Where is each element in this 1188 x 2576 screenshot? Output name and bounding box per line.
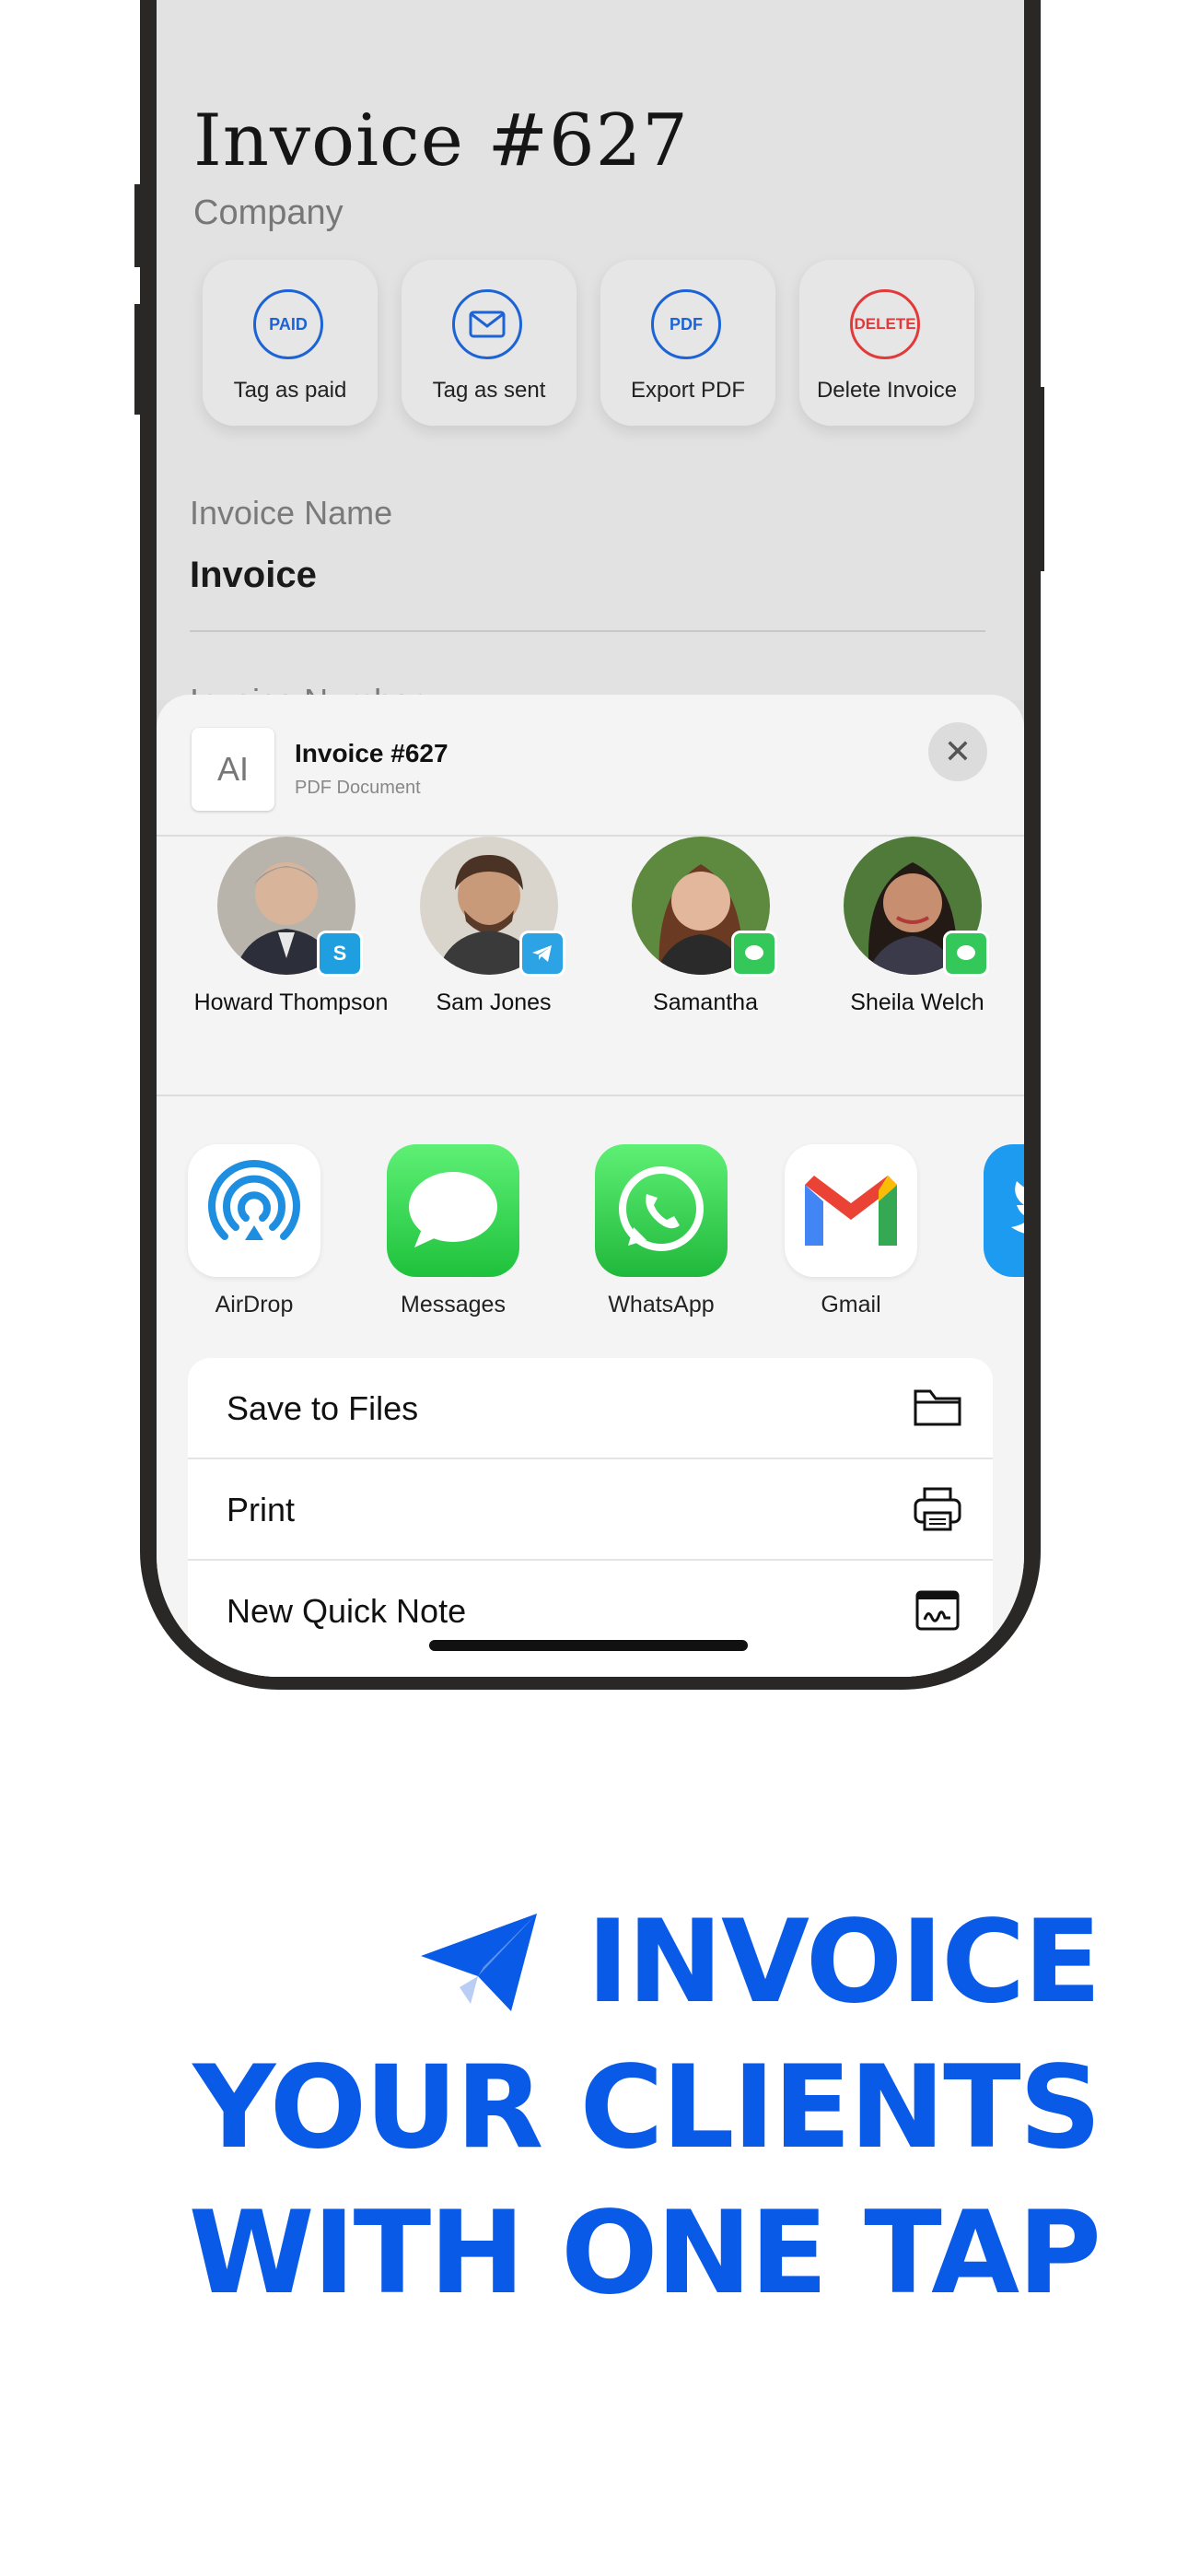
new-quick-note-label: New Quick Note [227,1592,467,1630]
share-document-title: Invoice #627 [295,739,448,767]
invoice-name-label: Invoice Name [190,494,393,532]
tag-as-sent-label: Tag as sent [432,378,546,403]
gmail-icon [805,1176,897,1246]
messages-label: Messages [401,1292,506,1317]
telegram-badge-icon [519,931,565,977]
twitter-icon [1011,1181,1024,1234]
close-icon[interactable]: ✕ [928,722,987,781]
tag-as-paid-label: Tag as paid [233,378,347,403]
delete-invoice-button[interactable]: DELETE Delete Invoice [799,260,974,426]
side-button-left-2 [134,304,146,415]
share-actions-list: Save to Files Print New Quick Note [188,1358,993,1677]
side-button-right [1033,387,1044,571]
invoice-title: Invoice #627 [193,100,689,182]
export-pdf-label: Export PDF [630,378,746,403]
document-icon-text: AI [216,750,249,788]
messages-icon [409,1172,497,1247]
contact-sheila-welch[interactable]: Sheila Welch [816,837,1019,1021]
skype-badge-icon: S [317,931,363,977]
paper-plane-icon [421,1914,537,2011]
pdf-icon: PDF [651,289,721,359]
contact-samantha[interactable]: Samantha [604,837,807,1021]
phone-screen: Invoice #627 Company PAID Tag as paid Ta… [157,0,1024,1677]
envelope-icon [452,289,522,359]
tagline-line-3: WITH ONE TAP [188,2187,1101,2320]
save-to-files-row[interactable]: Save to Files [188,1358,993,1458]
quick-note-icon [915,1590,960,1631]
share-document-subtitle: PDF Document [295,778,421,798]
messages-badge-icon [943,931,989,977]
printer-icon [914,1487,961,1531]
document-thumbnail: AI [192,728,274,811]
field-divider [190,630,985,632]
delete-invoice-label: Delete Invoice [816,378,958,403]
print-label: Print [227,1491,296,1528]
airdrop-label: AirDrop [215,1292,294,1317]
home-indicator [429,1640,748,1651]
tag-as-sent-button[interactable]: Tag as sent [402,260,577,426]
paid-icon: PAID [253,289,323,359]
gmail-label: Gmail [821,1292,881,1317]
messages-badge-icon [731,931,777,977]
sheet-divider [157,1095,1024,1096]
share-sheet: AI Invoice #627 PDF Document ✕ S Howard … [157,695,1024,1677]
company-label: Company [193,193,344,232]
invoice-name-value[interactable]: Invoice [190,555,317,596]
twitter-label: T [958,1292,1024,1318]
export-pdf-button[interactable]: PDF Export PDF [600,260,775,426]
side-button-left [134,184,146,267]
gmail-app[interactable] [785,1144,917,1277]
delete-icon: DELETE [850,289,920,359]
whatsapp-label: WhatsApp [608,1292,715,1317]
save-to-files-label: Save to Files [227,1389,419,1427]
contact-sam-jones[interactable]: Sam Jones [392,837,595,1021]
whatsapp-icon [619,1166,704,1251]
print-row[interactable]: Print [188,1459,993,1559]
folder-icon [914,1389,961,1426]
whatsapp-app[interactable] [595,1144,728,1277]
tagline-line-1: INVOICE [587,1896,1101,2029]
airdrop-app[interactable] [188,1144,320,1277]
twitter-app[interactable] [984,1144,1024,1277]
contact-name: Sheila Welch [850,989,984,1015]
messages-app[interactable] [387,1144,519,1277]
airdrop-icon [208,1160,300,1240]
tag-as-paid-button[interactable]: PAID Tag as paid [203,260,378,426]
tagline-line-2: YOUR CLIENTS [192,2042,1101,2174]
contact-howard-thompson[interactable]: S Howard Thompson [190,837,392,1021]
